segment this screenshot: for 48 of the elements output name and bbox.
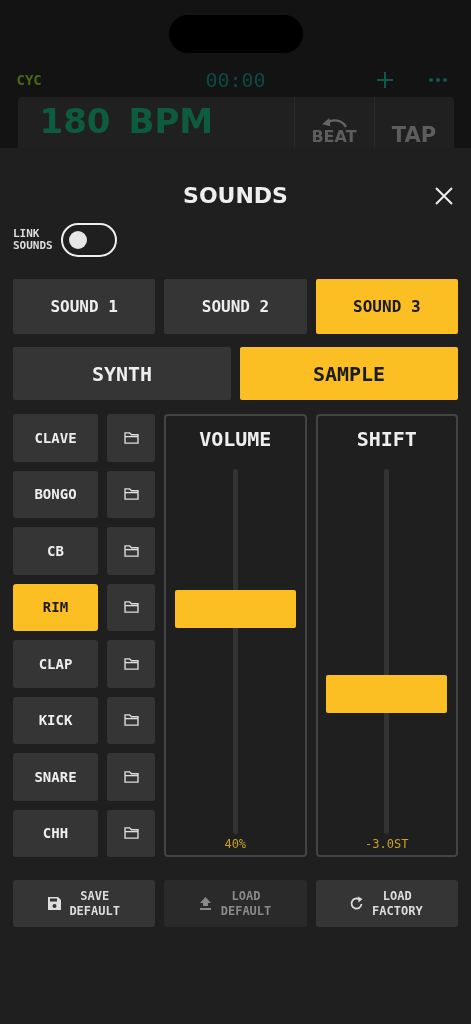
curved-arrow-icon (320, 117, 348, 128)
sample-button[interactable]: CHH (13, 809, 98, 857)
folder-icon (123, 601, 139, 614)
sample-button[interactable]: CLAP (13, 640, 98, 688)
slider-title: SHIFT (356, 428, 417, 450)
folder-button[interactable] (107, 414, 155, 462)
folder-button[interactable] (107, 753, 155, 801)
action-button[interactable]: LOAD FACTORY (315, 880, 458, 927)
folder-icon (123, 827, 139, 840)
link-sounds-label: LINK SOUNDS (13, 228, 53, 252)
slider-thumb[interactable] (174, 590, 296, 628)
folder-icon (123, 714, 139, 727)
sample-button[interactable]: RIM (13, 583, 98, 631)
tempo-unit: BPM (128, 102, 214, 140)
sheet-title: SOUNDS (183, 182, 288, 210)
folder-icon (123, 488, 139, 501)
sample-button[interactable]: BONGO (13, 470, 98, 518)
folder-icon (123, 431, 139, 444)
mode-tab[interactable]: SYNTH (13, 347, 231, 400)
slider-reading: 40% (224, 837, 247, 851)
folder-button[interactable] (107, 583, 155, 631)
link-sounds-toggle[interactable] (60, 223, 117, 257)
upload-icon (197, 896, 213, 911)
mode-tab[interactable]: SAMPLE (240, 347, 458, 400)
sound-tab[interactable]: SOUND 1 (13, 279, 156, 334)
sample-button[interactable]: SNARE (13, 753, 98, 801)
folder-button[interactable] (107, 809, 155, 857)
sample-button[interactable]: KICK (13, 696, 98, 744)
slider-track[interactable] (174, 469, 296, 834)
sound-tab[interactable]: SOUND 3 (315, 279, 458, 334)
sound-tab[interactable]: SOUND 2 (164, 279, 307, 334)
action-button[interactable]: SAVE DEFAULT (13, 880, 156, 927)
sample-button[interactable]: CLAVE (13, 414, 98, 462)
folder-button[interactable] (107, 527, 155, 575)
close-icon (435, 187, 453, 205)
folder-button[interactable] (107, 470, 155, 518)
folder-icon (123, 657, 139, 670)
slider-thumb[interactable] (326, 675, 448, 713)
folder-button[interactable] (107, 640, 155, 688)
slider-track[interactable] (326, 469, 448, 834)
refresh-icon (349, 896, 365, 911)
slider-title: VOLUME (199, 428, 272, 450)
tempo-value: 180 (39, 102, 111, 140)
sample-button[interactable]: CB (13, 527, 98, 575)
folder-button[interactable] (107, 696, 155, 744)
slider-reading: -3.0ST (365, 837, 409, 851)
folder-icon (123, 770, 139, 783)
folder-icon (123, 544, 139, 557)
